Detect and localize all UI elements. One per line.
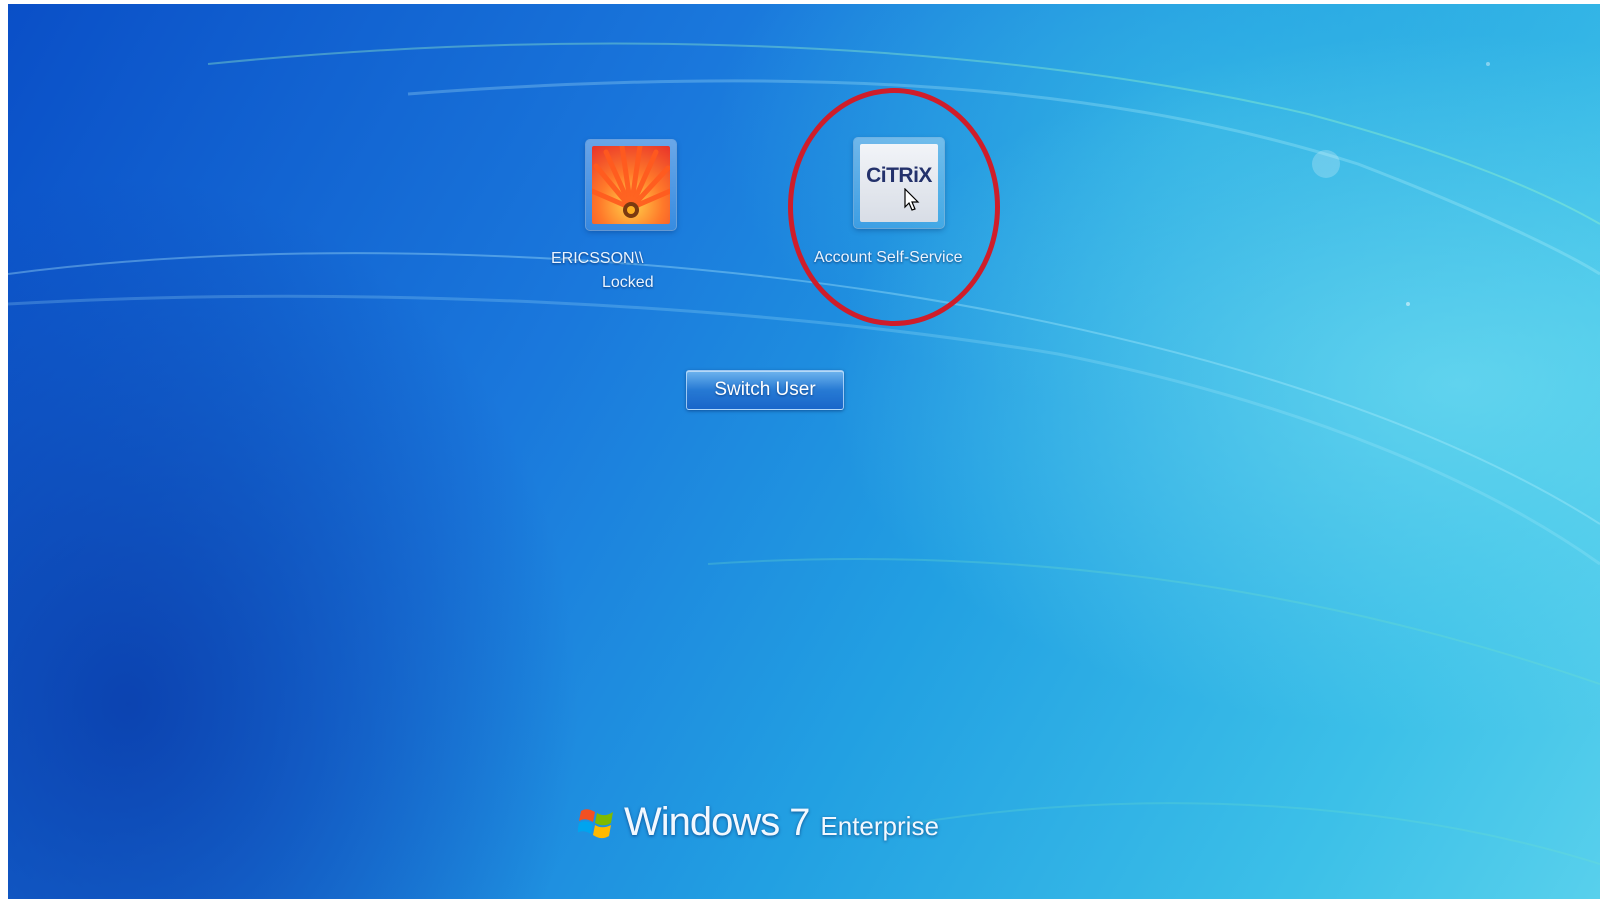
windows-flag-icon [578,808,613,838]
background-streaks [8,42,1600,865]
logon-screen: ERICSSON\\ Locked CiTRiX Account Self-Se… [8,4,1600,899]
user-status-locked: Locked [602,274,654,291]
user-tile-ericsson[interactable] [586,140,676,230]
windows-branding: Windows 7 Enterprise [578,800,939,845]
red-highlight-circle [788,88,1000,326]
brand-product: Windows [624,800,780,844]
brand-edition: Enterprise [820,811,939,841]
switch-user-button[interactable]: Switch User [686,370,844,410]
flower-avatar [592,146,670,224]
user-name: ERICSSON\\ [551,250,644,267]
flower-icon [592,146,670,224]
brand-version: 7 [789,802,811,844]
